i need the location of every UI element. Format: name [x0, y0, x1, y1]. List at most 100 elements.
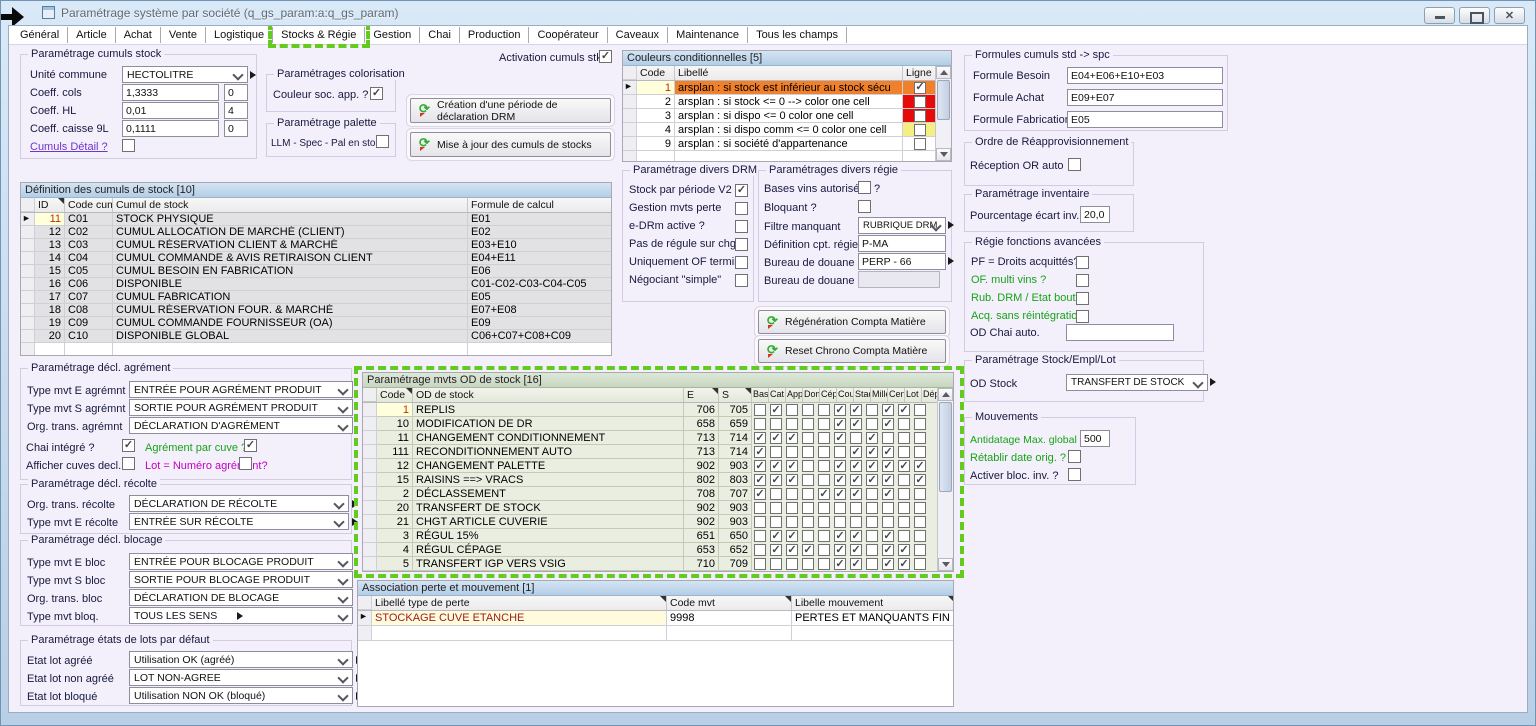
row-checkbox[interactable]	[882, 502, 894, 514]
table-row[interactable]: 11 CHANGEMENT CONDITIONNEMENT 713 714	[363, 431, 953, 445]
row-checkbox[interactable]	[914, 418, 926, 430]
row-checkbox[interactable]	[898, 460, 910, 472]
col-check[interactable]: App	[786, 388, 803, 402]
row-checkbox[interactable]	[914, 558, 926, 570]
row-checkbox[interactable]	[834, 418, 846, 430]
formule-input[interactable]: E05	[1067, 111, 1223, 128]
table-row[interactable]: 20 TRANSFERT DE STOCK 902 903	[363, 501, 953, 515]
row-checkbox[interactable]	[898, 418, 910, 430]
row-checkbox[interactable]	[818, 474, 830, 486]
row-checkbox[interactable]	[802, 488, 814, 500]
row-checkbox[interactable]	[866, 488, 878, 500]
col-e[interactable]: E	[684, 388, 719, 402]
mvt-combo[interactable]: ENTRÉE POUR BLOCAGE PRODUIT	[129, 553, 353, 570]
row-checkbox[interactable]	[850, 460, 862, 472]
row-checkbox[interactable]	[770, 474, 782, 486]
row-checkbox[interactable]	[882, 460, 894, 472]
col-code-mvt[interactable]: Code mvt	[667, 596, 792, 610]
col-code[interactable]: Code	[637, 66, 675, 80]
row-checkbox[interactable]	[754, 530, 766, 542]
table-row[interactable]: 111 RECONDITIONNEMENT AUTO 713 714	[363, 445, 953, 459]
row-checkbox[interactable]	[754, 488, 766, 500]
row-checkbox[interactable]	[786, 404, 798, 416]
bloquant-checkbox[interactable]	[858, 200, 871, 213]
table-row[interactable]: 2 arsplan : si stock <= 0 --> color one …	[623, 95, 951, 109]
row-checkbox[interactable]	[770, 418, 782, 430]
col-code-cumul[interactable]: Code cumul s	[65, 198, 113, 212]
row-checkbox[interactable]	[914, 474, 926, 486]
col-mouvement[interactable]: Libelle mouvement	[792, 596, 954, 610]
row-checkbox[interactable]	[866, 544, 878, 556]
row-checkbox[interactable]	[882, 418, 894, 430]
row-checkbox[interactable]	[882, 432, 894, 444]
col-check[interactable]: Cou	[837, 388, 854, 402]
row-checkbox[interactable]	[818, 418, 830, 430]
chai-integre-checkbox[interactable]	[122, 439, 135, 452]
col-id[interactable]: ID	[35, 198, 65, 212]
row-checkbox[interactable]	[914, 502, 926, 514]
option-checkbox[interactable]	[735, 184, 748, 197]
table-row[interactable]: STOCKAGE CUVE ETANCHE 9998 PERTES ET MAN…	[358, 611, 953, 626]
coeff-cols-input[interactable]: 1,3333	[122, 84, 219, 101]
row-checkbox[interactable]	[818, 516, 830, 528]
table-row[interactable]: 15 C05 CUMUL BESOIN EN FABRICATION E06	[21, 265, 611, 278]
scrollbar[interactable]	[937, 388, 953, 571]
row-checkbox[interactable]	[850, 432, 862, 444]
row-checkbox[interactable]	[754, 404, 766, 416]
col-code[interactable]: Code	[377, 388, 413, 402]
coeff-caisse-input[interactable]: 0,1111	[122, 120, 219, 137]
table-row[interactable]: 13 C03 CUMUL RÉSERVATION CLIENT & MARCHÉ…	[21, 239, 611, 252]
row-checkbox[interactable]	[850, 474, 862, 486]
row-checkbox[interactable]	[754, 418, 766, 430]
row-checkbox[interactable]	[882, 516, 894, 528]
formule-input[interactable]: E04+E06+E10+E03	[1067, 67, 1223, 84]
col-check[interactable]: Bas	[752, 388, 769, 402]
bureau-douane-input[interactable]: PERP - 66	[858, 253, 946, 270]
row-checkbox[interactable]	[866, 460, 878, 472]
mvt-combo[interactable]: ENTRÉE POUR AGRÉMENT PRODUIT	[129, 381, 353, 398]
col-formule[interactable]: Formule de calcul	[468, 198, 612, 212]
row-checkbox[interactable]	[882, 488, 894, 500]
row-checkbox[interactable]	[802, 502, 814, 514]
option-checkbox[interactable]	[1076, 256, 1089, 269]
table-row[interactable]: 21 CHGT ARTICLE CUVERIE 902 903	[363, 515, 953, 529]
bases-vins-checkbox[interactable]	[858, 181, 871, 194]
row-checkbox[interactable]	[786, 474, 798, 486]
row-checkbox[interactable]	[770, 488, 782, 500]
row-checkbox[interactable]	[818, 488, 830, 500]
ligne-checkbox[interactable]	[914, 138, 926, 150]
row-checkbox[interactable]	[866, 558, 878, 570]
row-checkbox[interactable]	[898, 530, 910, 542]
row-checkbox[interactable]	[834, 516, 846, 528]
table-row[interactable]: 12 CHANGEMENT PALETTE 902 903	[363, 459, 953, 473]
row-checkbox[interactable]	[834, 474, 846, 486]
row-checkbox[interactable]	[882, 446, 894, 458]
row-checkbox[interactable]	[882, 404, 894, 416]
col-check[interactable]: Stad	[854, 388, 871, 402]
detail-arrow-icon[interactable]	[948, 257, 954, 265]
option-checkbox[interactable]	[735, 256, 748, 269]
row-checkbox[interactable]	[770, 502, 782, 514]
cumuls-detail-link[interactable]: Cumuls Détail ?	[30, 141, 108, 153]
row-checkbox[interactable]	[850, 544, 862, 556]
creation-drm-button[interactable]: Création d'une période de déclaration DR…	[410, 98, 611, 123]
row-checkbox[interactable]	[834, 502, 846, 514]
row-checkbox[interactable]	[818, 502, 830, 514]
row-checkbox[interactable]	[834, 558, 846, 570]
row-checkbox[interactable]	[866, 418, 878, 430]
etat-lot-combo[interactable]: Utilisation OK (agréé)	[129, 651, 353, 668]
retablir-date-checkbox[interactable]	[1068, 450, 1081, 463]
row-checkbox[interactable]	[770, 404, 782, 416]
row-checkbox[interactable]	[818, 460, 830, 472]
table-row[interactable]: 4 arsplan : si dispo comm <= 0 color one…	[623, 123, 951, 137]
table-row[interactable]: 1 REPLIS 706 705	[363, 403, 953, 417]
row-checkbox[interactable]	[834, 432, 846, 444]
maj-cumuls-button[interactable]: Mise à jour des cumuls de stocks	[410, 132, 611, 157]
option-checkbox[interactable]	[735, 238, 748, 251]
row-checkbox[interactable]	[866, 474, 878, 486]
option-checkbox[interactable]	[735, 220, 748, 233]
option-checkbox[interactable]	[1076, 292, 1089, 305]
row-checkbox[interactable]	[914, 404, 926, 416]
col-ligne[interactable]: Ligne	[903, 66, 937, 80]
od-stock-combo[interactable]: TRANSFERT DE STOCK	[1066, 374, 1208, 391]
